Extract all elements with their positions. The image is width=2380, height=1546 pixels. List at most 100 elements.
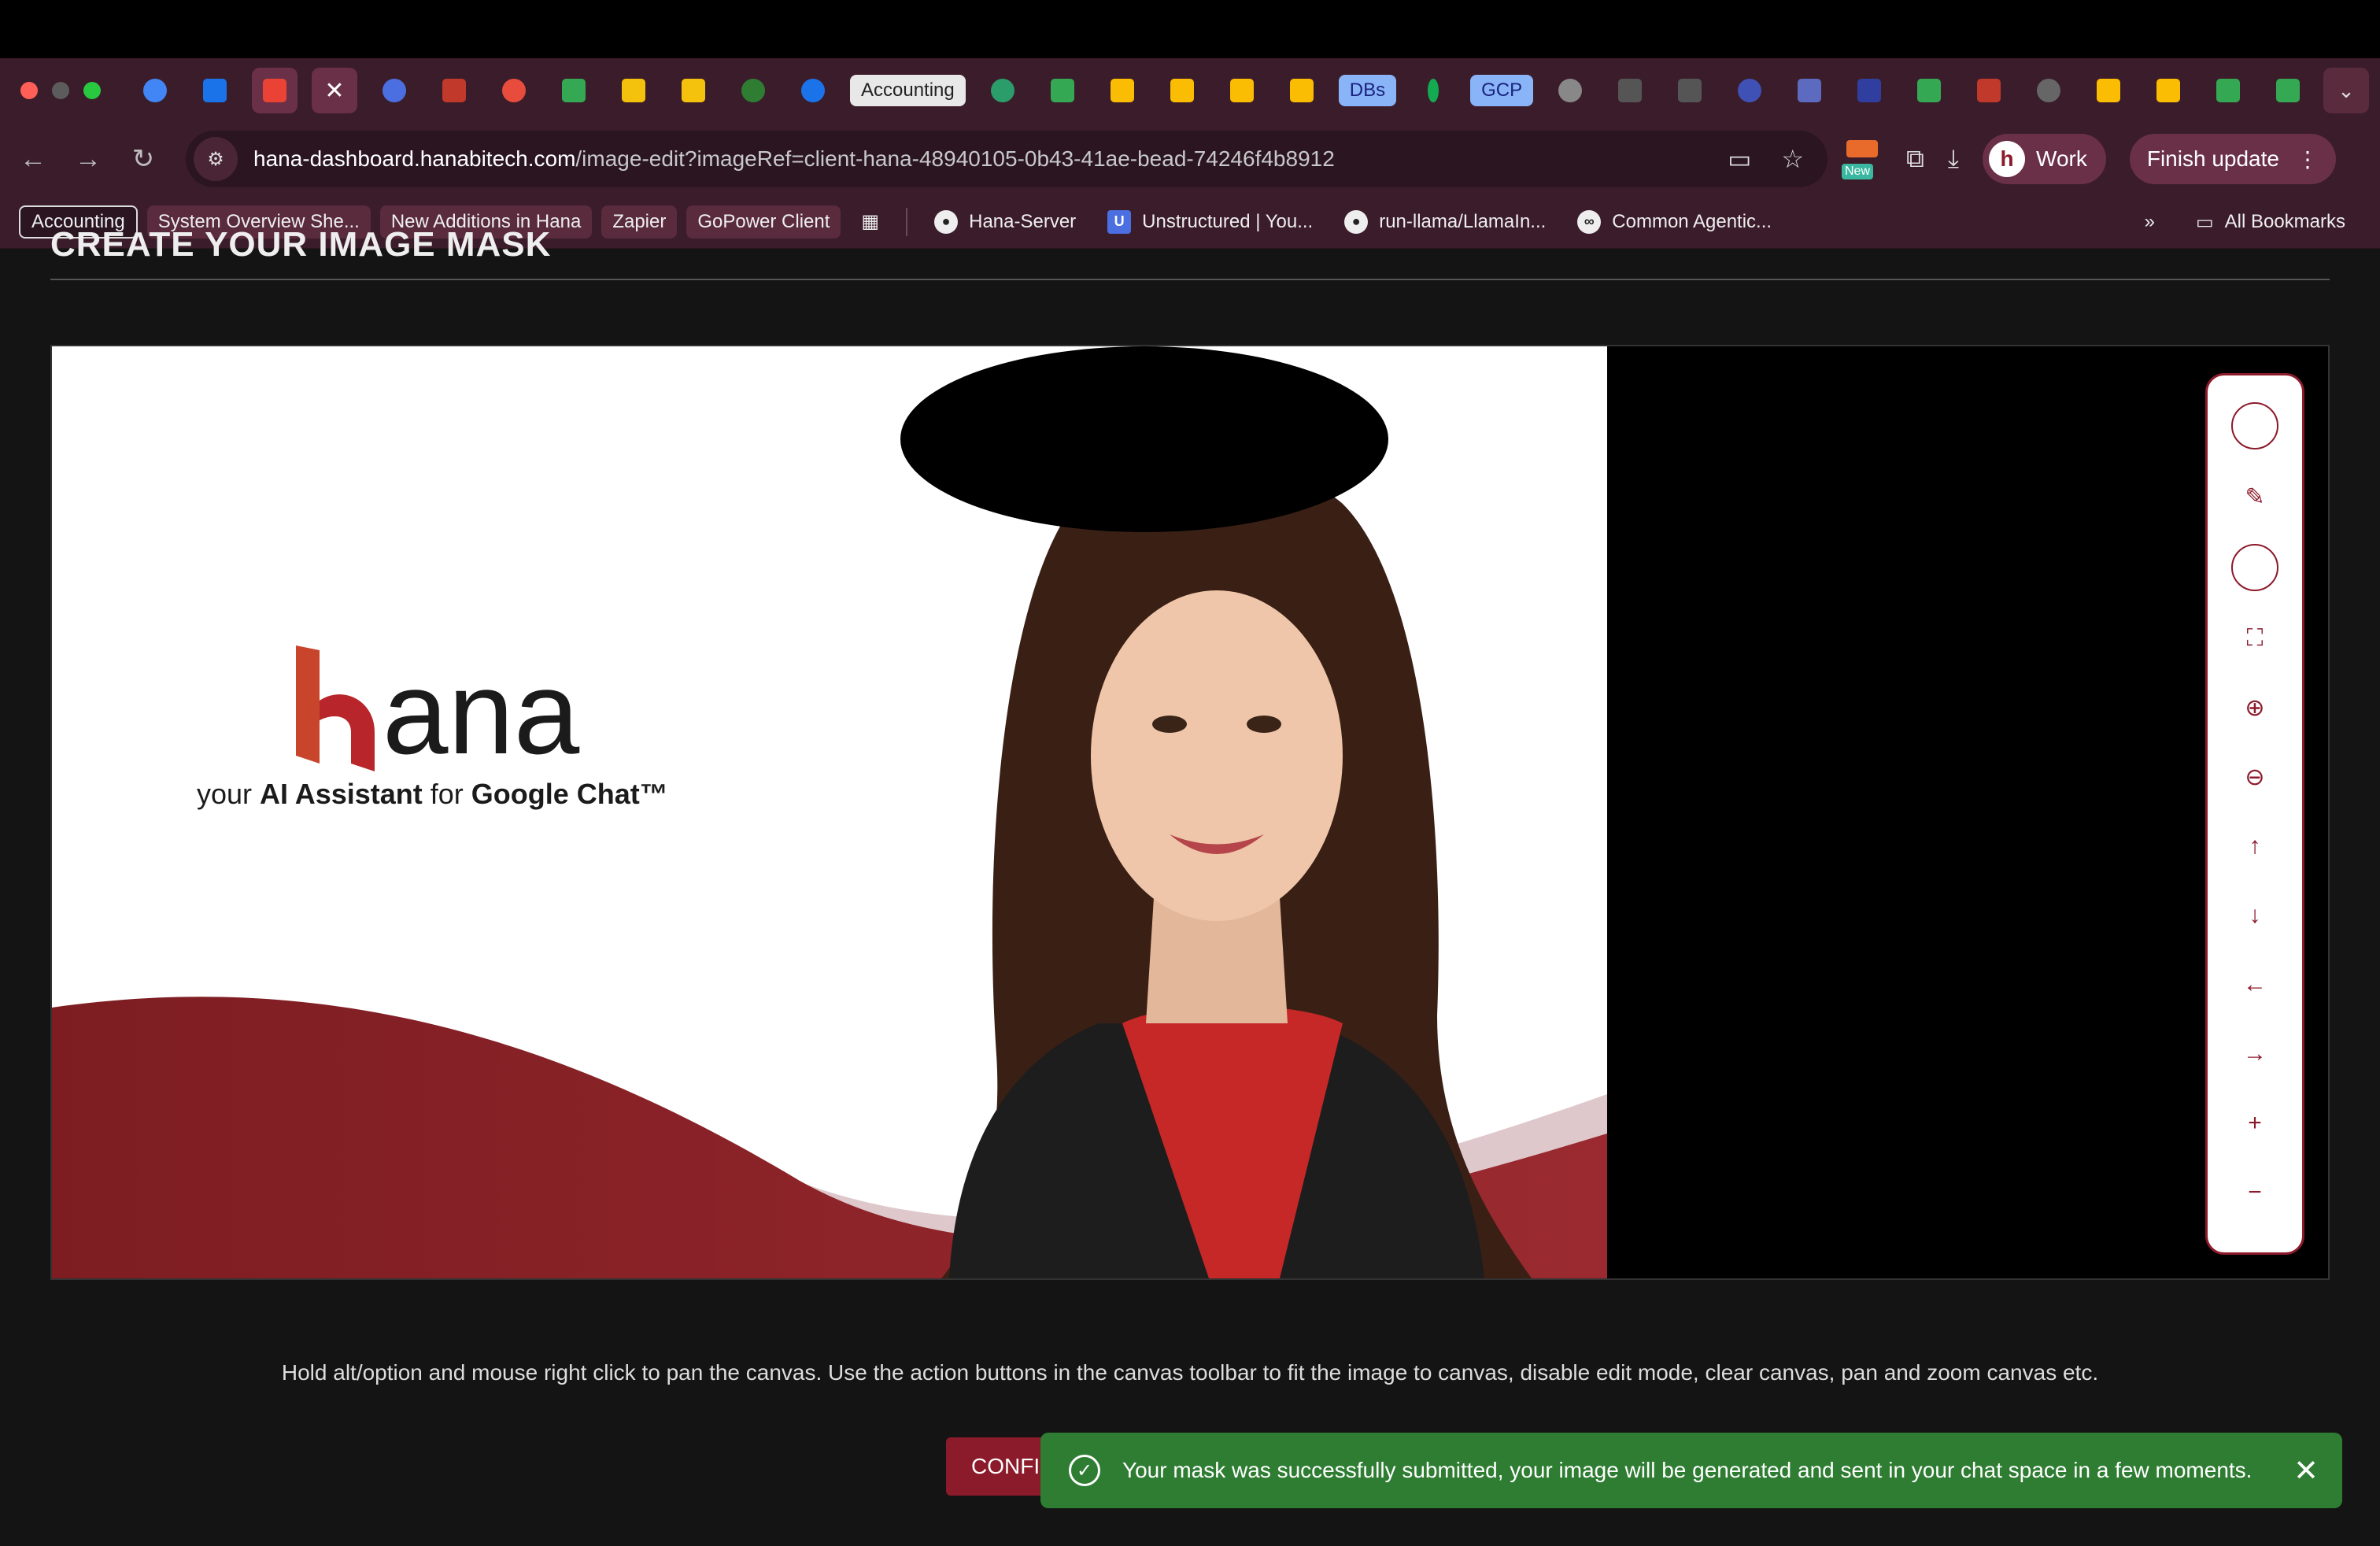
zoom-window-button[interactable] bbox=[83, 82, 101, 99]
zoom-in-button[interactable]: ⊕ bbox=[2208, 684, 2302, 731]
arrow-left-icon: ← bbox=[2243, 971, 2267, 997]
tab-drive-5[interactable] bbox=[2086, 68, 2131, 113]
install-app-icon[interactable]: ▭ bbox=[1728, 144, 1751, 174]
tab-app-3[interactable] bbox=[611, 68, 656, 113]
canvas-image[interactable]: ana your AI Assistant for Google Chat™ bbox=[52, 346, 1607, 1278]
tab-app-6[interactable] bbox=[790, 68, 836, 113]
bookmark-hana-server[interactable]: ● Hana-Server bbox=[923, 205, 1087, 239]
folder-icon: ▭ bbox=[2195, 211, 2214, 233]
pan-left-button[interactable]: ← bbox=[2208, 961, 2302, 1008]
leaf-icon bbox=[1428, 79, 1439, 102]
address-bar[interactable]: ⚙ hana-dashboard.hanabitech.com/image-ed… bbox=[186, 131, 1828, 187]
page-content: CREATE YOUR IMAGE MASK ana your AI Assis… bbox=[0, 225, 2380, 1546]
tab-app-8[interactable] bbox=[1667, 68, 1713, 113]
all-bookmarks-button[interactable]: ▭ All Bookmarks bbox=[2185, 205, 2356, 239]
tab-drive-6[interactable] bbox=[2145, 68, 2191, 113]
close-icon: ✕ bbox=[324, 77, 345, 104]
url-text[interactable]: hana-dashboard.hanabitech.com/image-edit… bbox=[253, 146, 1335, 172]
tab-app-5[interactable] bbox=[730, 68, 776, 113]
tab-drive-2[interactable] bbox=[1159, 68, 1205, 113]
tab-sheets-1[interactable] bbox=[551, 68, 597, 113]
edit-mode-button[interactable]: ✎ bbox=[2208, 473, 2302, 520]
tab-chrome[interactable] bbox=[132, 68, 178, 113]
tab-search-button[interactable]: ⌄ bbox=[2323, 68, 2369, 113]
tagline-for: for bbox=[422, 778, 471, 810]
tab-calendar[interactable] bbox=[192, 68, 238, 113]
extension-new-badge[interactable]: New bbox=[1842, 139, 1883, 179]
bookmark-zapier[interactable]: Zapier bbox=[601, 205, 678, 239]
drive-icon bbox=[2156, 79, 2181, 102]
tab-openai-1[interactable] bbox=[980, 68, 1026, 113]
bookmark-common-agentic[interactable]: ∞ Common Agentic... bbox=[1566, 205, 1783, 239]
zoom-out-button[interactable]: ⊖ bbox=[2208, 753, 2302, 801]
profile-button[interactable]: h Work bbox=[1983, 134, 2106, 184]
tab-github[interactable] bbox=[1547, 68, 1593, 113]
arrow-right-icon: → bbox=[75, 143, 102, 174]
tab-gmail[interactable] bbox=[252, 68, 298, 113]
bookmark-gopower-client[interactable]: GoPower Client bbox=[686, 205, 841, 239]
reload-button[interactable]: ↻ bbox=[121, 137, 165, 181]
all-bookmarks-label: All Bookmarks bbox=[2224, 211, 2345, 232]
tab-drive-3[interactable] bbox=[1219, 68, 1265, 113]
bookmark-llamaindex[interactable]: ● run-llama/LlamaIn... bbox=[1333, 205, 1557, 239]
tab-sheets-4[interactable] bbox=[2205, 68, 2251, 113]
minimize-window-button[interactable] bbox=[52, 82, 69, 99]
bookmark-unstructured[interactable]: U Unstructured | You... bbox=[1096, 205, 1324, 239]
tab-group-dbs[interactable]: DBs bbox=[1338, 75, 1397, 106]
apps-grid-button[interactable]: ▦ bbox=[850, 205, 890, 239]
grid-icon: ▦ bbox=[861, 211, 880, 232]
close-window-button[interactable] bbox=[20, 82, 38, 99]
tab-app-1[interactable] bbox=[431, 68, 477, 113]
tab-sheets-3[interactable] bbox=[1906, 68, 1952, 113]
github-icon: ● bbox=[1344, 209, 1369, 234]
finish-update-button[interactable]: Finish update ⋮ bbox=[2129, 134, 2336, 184]
sheets-icon bbox=[562, 79, 586, 102]
bookmark-star-icon[interactable]: ☆ bbox=[1781, 144, 1804, 174]
tab-app-10[interactable] bbox=[1846, 68, 1892, 113]
decrease-brush-button[interactable]: − bbox=[2208, 1169, 2302, 1216]
tab-close-button[interactable]: ✕ bbox=[312, 68, 357, 113]
tab-sheets-5[interactable] bbox=[2265, 68, 2311, 113]
download-icon[interactable]: ⤓ bbox=[1948, 144, 1959, 174]
tab-drive-4[interactable] bbox=[1279, 68, 1325, 113]
extensions-puzzle-icon[interactable]: ⧉ bbox=[1906, 144, 1924, 174]
tab-mongo[interactable] bbox=[1410, 68, 1456, 113]
tab-meet[interactable] bbox=[1787, 68, 1832, 113]
tab-openai-2[interactable] bbox=[2026, 68, 2071, 113]
tab-drive-1[interactable] bbox=[1099, 68, 1145, 113]
drive-icon bbox=[2097, 79, 2121, 102]
video-icon bbox=[1798, 79, 1822, 102]
fit-to-canvas-button[interactable]: ⛶ bbox=[2208, 615, 2302, 662]
link-icon: ∞ bbox=[1577, 209, 1602, 234]
pan-up-button[interactable]: ↑ bbox=[2208, 823, 2302, 870]
tab-sheets-2[interactable] bbox=[1040, 68, 1085, 113]
pan-right-button[interactable]: → bbox=[2208, 1030, 2302, 1078]
brush-size-button[interactable] bbox=[2208, 402, 2302, 449]
app-icon bbox=[1857, 79, 1882, 102]
increase-brush-button[interactable]: + bbox=[2208, 1100, 2302, 1147]
tab-app-4[interactable] bbox=[671, 68, 716, 113]
back-button[interactable]: ← bbox=[11, 137, 55, 181]
more-bookmarks-icon[interactable]: » bbox=[2145, 211, 2155, 233]
mask-canvas[interactable]: ana your AI Assistant for Google Chat™ ✎… bbox=[50, 345, 2330, 1280]
finish-update-label: Finish update bbox=[2146, 146, 2279, 171]
tab-app-9[interactable] bbox=[1727, 68, 1772, 113]
arrow-right-icon: → bbox=[2243, 1041, 2267, 1067]
forward-button[interactable]: → bbox=[66, 137, 110, 181]
tab-app-2[interactable] bbox=[491, 68, 537, 113]
clear-canvas-button[interactable] bbox=[2208, 544, 2302, 591]
toast-close-button[interactable]: ✕ bbox=[2293, 1433, 2319, 1508]
chevron-down-icon: ⌄ bbox=[2338, 78, 2355, 102]
tab-group-gcp[interactable]: GCP bbox=[1470, 75, 1534, 106]
plus-icon: + bbox=[2248, 1110, 2262, 1136]
page-title: CREATE YOUR IMAGE MASK bbox=[50, 225, 552, 264]
logo-tagline: your AI Assistant for Google Chat™ bbox=[197, 778, 668, 811]
pan-down-button[interactable]: ↓ bbox=[2208, 892, 2302, 939]
bookmark-label: Hana-Server bbox=[969, 210, 1077, 232]
tab-app-7[interactable] bbox=[1607, 68, 1653, 113]
tab-group-accounting[interactable]: Accounting bbox=[850, 75, 966, 106]
tab-people[interactable] bbox=[371, 68, 417, 113]
site-info-button[interactable]: ⚙ bbox=[194, 137, 238, 181]
app-icon bbox=[502, 79, 526, 102]
tab-app-11[interactable] bbox=[1966, 68, 2012, 113]
